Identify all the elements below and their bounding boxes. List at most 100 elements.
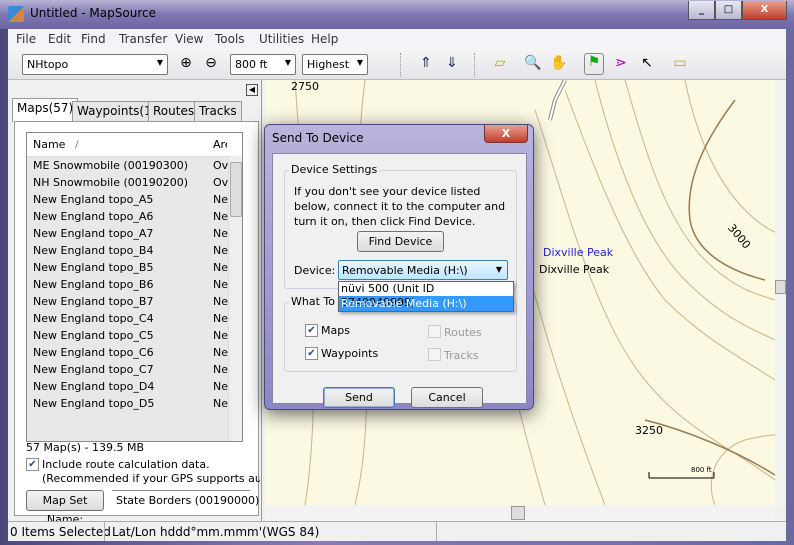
menu-transfer[interactable]: Transfer <box>119 32 167 46</box>
map-area: Ne <box>213 227 228 240</box>
menu-tools[interactable]: Tools <box>215 32 245 46</box>
close-button[interactable]: X <box>742 1 787 20</box>
contour-label: 2750 <box>291 80 319 93</box>
table-row[interactable]: ME Snowmobile (00190300) Ov <box>27 157 242 174</box>
waypoint-label[interactable]: Dixville Peak <box>543 246 613 259</box>
receive-from-device-icon[interactable]: ⇓ <box>442 55 462 71</box>
waypoint-tool-icon[interactable]: ⚑ <box>584 53 604 75</box>
map-name: ME Snowmobile (00190300) <box>33 159 188 172</box>
map-area: Ne <box>213 312 228 325</box>
device-dropdown-list: nüvi 500 (Unit ID 3749940999) Removable … <box>338 281 514 312</box>
tab-routes[interactable]: Routes <box>148 101 200 121</box>
route-calc-label: Include route calculation data. <box>42 458 210 471</box>
send-button[interactable]: Send <box>323 387 395 408</box>
status-coords: Lat/Lon hddd°mm.mmm'(WGS 84) <box>112 525 320 539</box>
send-to-device-icon[interactable]: ⇑ <box>416 55 436 71</box>
scroll-thumb[interactable] <box>775 280 786 294</box>
contour-label: 3250 <box>635 424 663 437</box>
zoom-out-icon[interactable]: ⊖ <box>201 55 221 71</box>
table-row[interactable]: New England topo_B7 Ne <box>27 293 242 310</box>
scroll-thumb[interactable] <box>230 162 242 217</box>
map-area: Ov <box>213 176 229 189</box>
chevron-down-icon: ▼ <box>156 58 163 67</box>
zoom-scale-select[interactable]: 800 ft ▼ <box>230 54 296 75</box>
route-calc-checkbox[interactable]: ✔ <box>26 458 39 471</box>
table-row[interactable]: New England topo_C4 Ne <box>27 310 242 327</box>
peak-label: Dixville Peak <box>539 263 610 276</box>
selection-tool-icon[interactable]: ↖ <box>637 55 657 71</box>
map-set-name-input[interactable]: State Borders (00190000) <box>112 490 259 511</box>
table-row[interactable]: New England topo_C7 Ne <box>27 361 242 378</box>
map-name: New England topo_B6 <box>33 278 154 291</box>
route-tool-icon[interactable]: ⋗ <box>611 55 631 71</box>
table-row[interactable]: New England topo_A7 Ne <box>27 225 242 242</box>
table-row[interactable]: New England topo_B4 Ne <box>27 242 242 259</box>
map-area: Ne <box>213 244 228 257</box>
map-set-name-button[interactable]: Map Set Name: <box>26 490 104 526</box>
table-row[interactable]: NH Snowmobile (00190200) Ov <box>27 174 242 191</box>
table-row[interactable]: New England topo_A5 Ne <box>27 191 242 208</box>
map-name: New England topo_C4 <box>33 312 154 325</box>
map-area: Ne <box>213 346 228 359</box>
table-row[interactable]: New England topo_C6 Ne <box>27 344 242 361</box>
menu-help[interactable]: Help <box>311 32 338 46</box>
table-row[interactable]: New England topo_D4 Ne <box>27 378 242 395</box>
waypoints-label: Waypoints <box>321 347 379 360</box>
chevron-down-icon: ▼ <box>356 58 363 67</box>
map-name: New England topo_B5 <box>33 261 154 274</box>
column-name[interactable]: Name <box>33 138 65 151</box>
toolbar-separator <box>400 53 401 77</box>
table-row[interactable]: New England topo_D5 Ne <box>27 395 242 412</box>
detail-value: Highest <box>307 58 350 71</box>
table-row[interactable]: New England topo_B5 Ne <box>27 259 242 276</box>
routes-label: Routes <box>444 326 482 339</box>
device-select-value: Removable Media (H:\) <box>342 264 468 277</box>
tab-tracks[interactable]: Tracks <box>194 101 242 121</box>
hand-tool-icon[interactable]: ✋ <box>549 55 569 71</box>
map-product-select[interactable]: NHtopo ▼ <box>22 54 168 75</box>
table-row[interactable]: New England topo_A6 Ne <box>27 208 242 225</box>
device-option-selected[interactable]: Removable Media (H:\) <box>339 296 513 311</box>
map-tool-icon[interactable]: ▱ <box>490 55 510 71</box>
collapse-panel-icon[interactable]: ◀ <box>246 84 258 96</box>
map-name: New England topo_C6 <box>33 346 154 359</box>
maps-checkbox[interactable]: ✔ <box>305 324 318 337</box>
map-name: New England topo_C5 <box>33 329 154 342</box>
table-row[interactable]: New England topo_C5 Ne <box>27 327 242 344</box>
zoom-in-icon[interactable]: ⊕ <box>176 55 196 71</box>
cancel-button[interactable]: Cancel <box>411 387 483 408</box>
map-area: Ne <box>213 397 228 410</box>
dialog-close-button[interactable]: X <box>484 125 528 143</box>
map-area: Ne <box>213 363 228 376</box>
menu-utilities[interactable]: Utilities <box>259 32 304 46</box>
map-area: Ne <box>213 329 228 342</box>
send-to-device-dialog: Send To Device X Device Settings If you … <box>264 124 534 410</box>
menu-edit[interactable]: Edit <box>48 32 71 46</box>
map-horizontal-scrollbar[interactable] <box>265 505 775 521</box>
menu-find[interactable]: Find <box>81 32 106 46</box>
detail-select[interactable]: Highest ▼ <box>302 54 368 75</box>
minimize-button[interactable]: _ <box>688 1 715 20</box>
waypoints-checkbox[interactable]: ✔ <box>305 347 318 360</box>
column-area[interactable]: Area <box>213 138 227 151</box>
device-select[interactable]: Removable Media (H:\) ▼ <box>338 260 508 280</box>
device-option[interactable]: nüvi 500 (Unit ID 3749940999) <box>339 282 513 309</box>
table-row[interactable]: New England topo_B6 Ne <box>27 276 242 293</box>
routes-checkbox[interactable] <box>428 325 441 338</box>
sort-indicator-icon: / <box>75 138 79 151</box>
zoom-tool-icon[interactable]: 🔍 <box>523 55 543 71</box>
find-device-button[interactable]: Find Device <box>357 231 444 252</box>
distance-tool-icon[interactable]: ▭ <box>670 55 690 71</box>
toolbar-separator <box>474 53 475 77</box>
menu-file[interactable]: File <box>16 32 36 46</box>
list-scrollbar[interactable] <box>228 156 242 441</box>
maximize-button[interactable]: □ <box>715 1 742 20</box>
status-selected: 0 Items Selected <box>10 525 111 539</box>
tab-maps[interactable]: Maps(57) <box>12 98 79 122</box>
tracks-checkbox[interactable] <box>428 348 441 361</box>
zoom-scale-value: 800 ft <box>235 58 268 71</box>
dialog-body: Device Settings If you don't see your de… <box>272 153 527 408</box>
map-vertical-scrollbar[interactable] <box>775 80 786 505</box>
menu-view[interactable]: View <box>175 32 203 46</box>
scroll-thumb[interactable] <box>511 506 525 520</box>
